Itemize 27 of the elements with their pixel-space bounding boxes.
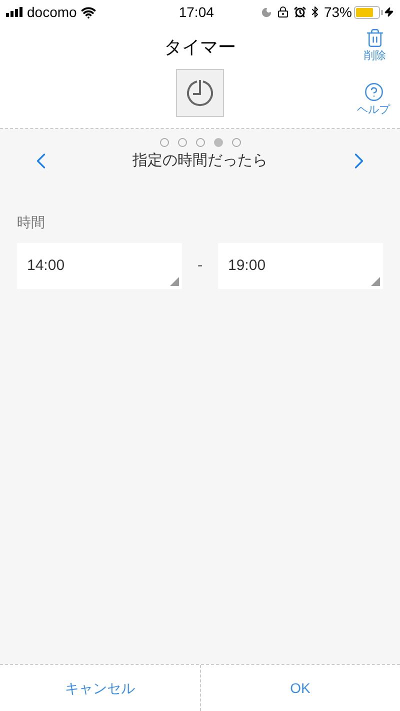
signal-icon <box>6 7 24 17</box>
battery-icon <box>354 6 384 18</box>
battery-percent: 73% <box>324 2 352 22</box>
carrier-name: docomo <box>27 2 77 22</box>
timer-icon <box>185 78 215 108</box>
trash-icon <box>365 28 385 48</box>
charging-icon <box>384 7 394 17</box>
screen-title: タイマー <box>164 36 236 59</box>
cancel-button[interactable]: キャンセル <box>0 665 200 711</box>
alarm-icon <box>294 6 306 18</box>
moon-icon <box>260 6 272 18</box>
help-icon <box>364 82 384 102</box>
range-separator: - <box>196 256 204 276</box>
time-value: 14:00 <box>27 256 65 276</box>
corner-triangle-icon <box>170 277 179 286</box>
ok-button[interactable]: OK <box>200 665 400 711</box>
lock-icon <box>276 6 289 18</box>
clock-time: 17:04 <box>178 2 214 22</box>
corner-triangle-icon <box>371 277 380 286</box>
condition-title: 指定の時間だったら <box>132 150 268 171</box>
time-value: 19:00 <box>228 256 266 276</box>
time-field[interactable]: 19:00 <box>218 243 383 289</box>
time-label: 時間 <box>17 213 46 232</box>
help-button[interactable]: ヘルプ <box>357 82 390 118</box>
time-field[interactable]: 14:00 <box>17 243 182 289</box>
delete-button[interactable]: 削除 <box>364 28 386 64</box>
wifi-icon <box>80 4 96 20</box>
